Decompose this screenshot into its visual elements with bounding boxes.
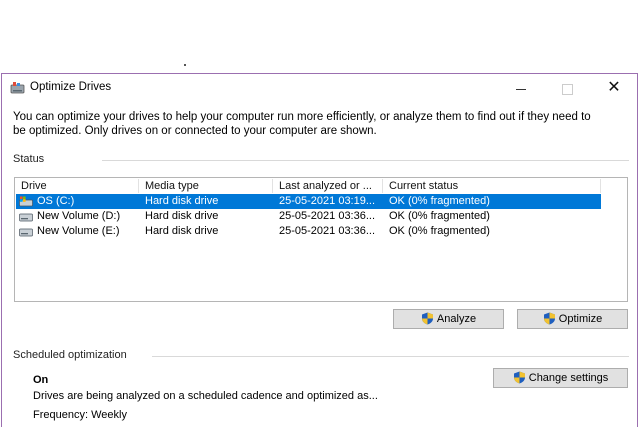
- optimize-drives-window: Optimize Drives ✕ You can optimize your …: [1, 73, 638, 427]
- schedule-state: On: [33, 374, 49, 386]
- scheduled-divider: [152, 356, 629, 357]
- scheduled-section-label: Scheduled optimization: [13, 349, 127, 361]
- minimize-button[interactable]: [498, 74, 544, 102]
- analyze-button[interactable]: Analyze: [393, 309, 504, 329]
- drives-list[interactable]: Drive Media type Last analyzed or ... Cu…: [14, 177, 628, 302]
- minimize-icon: [516, 88, 526, 90]
- close-button[interactable]: ✕: [591, 74, 637, 102]
- current-status: OK (0% fragmented): [389, 210, 490, 222]
- current-status: OK (0% fragmented): [389, 195, 490, 207]
- drive-name: New Volume (D:): [37, 210, 121, 222]
- stray-dot: [184, 64, 186, 66]
- windows-drive-icon: [19, 196, 33, 207]
- uac-shield-icon: [421, 312, 433, 325]
- optimize-drives-app-icon: [10, 82, 25, 94]
- title-bar[interactable]: Optimize Drives ✕: [2, 74, 637, 102]
- column-header-current-status[interactable]: Current status: [383, 179, 601, 193]
- last-analyzed: 25-05-2021 03:36...: [279, 225, 376, 237]
- maximize-icon: [561, 83, 573, 95]
- drive-row-e[interactable]: New Volume (E:) Hard disk drive 25-05-20…: [16, 224, 601, 239]
- column-header-last-analyzed[interactable]: Last analyzed or ...: [273, 179, 383, 193]
- drives-list-header: Drive Media type Last analyzed or ... Cu…: [15, 178, 627, 193]
- close-icon: ✕: [607, 79, 621, 96]
- maximize-button[interactable]: [544, 74, 590, 102]
- column-header-drive[interactable]: Drive: [15, 179, 139, 193]
- drive-row-c[interactable]: OS (C:) Hard disk drive 25-05-2021 03:19…: [16, 194, 601, 209]
- media-type: Hard disk drive: [145, 195, 219, 207]
- drive-row-d[interactable]: New Volume (D:) Hard disk drive 25-05-20…: [16, 209, 601, 224]
- column-header-media-type[interactable]: Media type: [139, 179, 273, 193]
- status-section-label: Status: [13, 153, 45, 165]
- analyze-button-label: Analyze: [436, 313, 477, 325]
- hard-drive-icon: [19, 228, 33, 237]
- last-analyzed: 25-05-2021 03:36...: [279, 210, 376, 222]
- window-title: Optimize Drives: [30, 81, 112, 93]
- optimize-button-label: Optimize: [558, 313, 603, 325]
- hard-drive-icon: [19, 213, 33, 222]
- change-settings-button-label: Change settings: [528, 372, 609, 384]
- schedule-frequency: Frequency: Weekly: [33, 409, 127, 421]
- drive-name: OS (C:): [37, 195, 75, 207]
- uac-shield-icon: [513, 371, 525, 384]
- uac-shield-icon: [543, 312, 555, 325]
- schedule-description: Drives are being analyzed on a scheduled…: [33, 390, 378, 402]
- last-analyzed: 25-05-2021 03:19...: [279, 195, 376, 207]
- media-type: Hard disk drive: [145, 210, 219, 222]
- drive-name: New Volume (E:): [37, 225, 120, 237]
- media-type: Hard disk drive: [145, 225, 219, 237]
- optimize-button[interactable]: Optimize: [517, 309, 628, 329]
- current-status: OK (0% fragmented): [389, 225, 490, 237]
- change-settings-button[interactable]: Change settings: [493, 368, 628, 388]
- status-divider: [102, 160, 629, 161]
- description-text: You can optimize your drives to help you…: [13, 111, 591, 137]
